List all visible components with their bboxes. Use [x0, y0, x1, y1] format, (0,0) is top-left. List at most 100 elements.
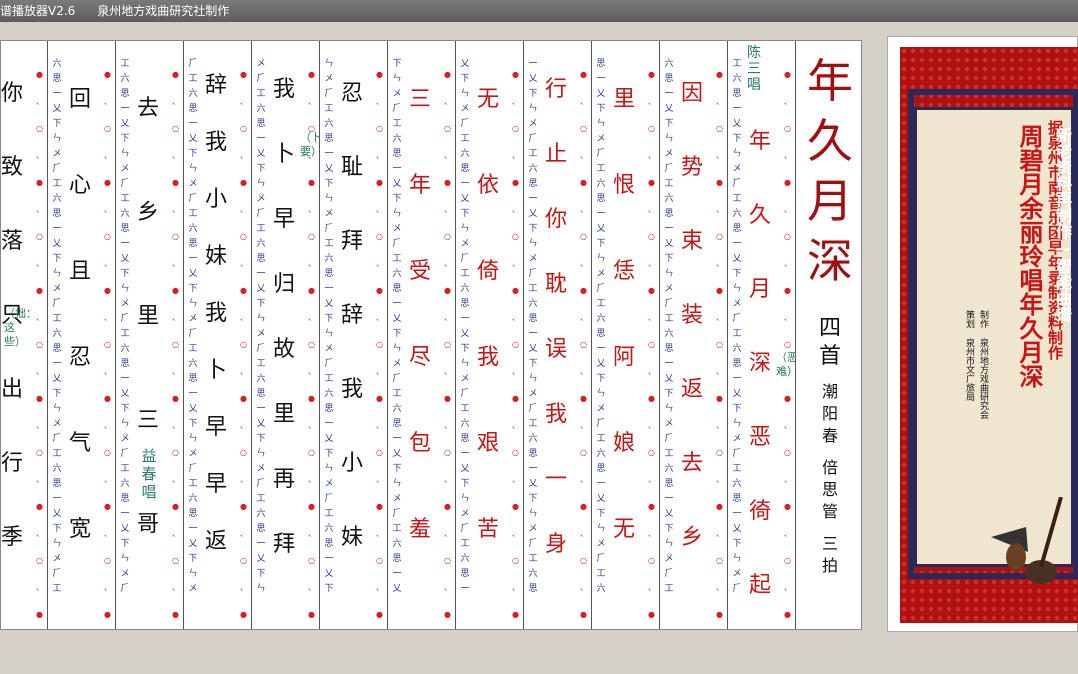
lyric-char: 我 [544, 402, 567, 427]
annotation: （卜…要） [300, 131, 320, 158]
lyric-char: 忍 [68, 345, 91, 370]
score-column: 工 六 思 一 乂 下 ㄣ メ ⺁ 工 六 思 一 乂 下 ㄣ メ ⺁ 工 六 … [727, 41, 796, 629]
singer-label: 益春唱 [141, 447, 157, 501]
lyric-char: 致 [0, 155, 23, 180]
lyric-char: 早 [272, 207, 295, 232]
beat-marks: ● 、 ○ 、 ● 、 ○ 、 ● 、 ○ 、 ● 、 ○ 、 ● 、 ○ 、 … [172, 70, 180, 619]
lyric-char: 心 [68, 173, 91, 198]
lyric-char: 宽 [68, 517, 91, 542]
score-title-column: 年久月深四首潮阳春倍思管三拍 [795, 41, 861, 629]
beat-name: 三拍 [810, 533, 850, 577]
lyric-char: 小 [340, 451, 363, 476]
lyric-char: 里 [612, 87, 635, 112]
beat-name-char: 拍 [821, 556, 838, 575]
tube-name-char: 倍 [821, 458, 838, 477]
lyric-char: 小 [204, 187, 227, 212]
lyric-char: 你 [544, 207, 567, 232]
beat-marks: ● 、 ○ 、 ● 、 ○ 、 ● 、 ○ 、 ● 、 ○ 、 ● 、 ○ 、 … [648, 70, 656, 619]
lyric-char: 季 [0, 525, 23, 550]
lyric-char: 阿 [612, 345, 635, 370]
lyric-char: 月 [748, 277, 771, 302]
lyric-char: 耽 [544, 272, 567, 297]
score-column: 一 乂 下 ㄣ メ ⺁ 工 六 思 一 乂 下 ㄣ メ ⺁ 工 六 思 一 乂 … [523, 41, 592, 629]
lyric-char: 我 [204, 130, 227, 155]
beat-marks: ● 、 ○ 、 ● 、 ○ 、 ● 、 ○ 、 ● 、 ○ 、 ● 、 ○ 、 … [580, 70, 588, 619]
lyric-char: 回 [68, 87, 91, 112]
beat-name-char: 三 [821, 534, 838, 553]
beat-marks: ● 、 ○ 、 ● 、 ○ 、 ● 、 ○ 、 ● 、 ○ 、 ● 、 ○ 、 … [512, 70, 520, 619]
lyric-char: 落 [0, 229, 23, 254]
lyric-column: 里恨恁阿娘无 [602, 57, 646, 573]
lyric-char: 依 [476, 173, 499, 198]
lyric-char: 包 [408, 431, 431, 456]
lyric-char: 你 [0, 81, 23, 106]
cover-panel: 据泉州市南音乐团早年录制资料制作 周碧月余丽玲唱年久月深 制作 泉州地方戏曲研究… [887, 36, 1078, 632]
lyric-char: 我 [476, 345, 499, 370]
score-title-char: 深 [807, 234, 853, 288]
score-column: 六 思 一 乂 下 ㄣ メ ⺁ 工 六 思 一 乂 下 ㄣ メ ⺁ 工 六 思 … [47, 41, 116, 629]
lyric-char: 年 [408, 173, 431, 198]
score-column: 六 思 一 乂 下 ㄣ メ ⺁ 工 六 思 一 乂 下 ㄣ メ ⺁ 工 六 思 … [659, 41, 728, 629]
lyric-column: 辞我小妹我卜早早返 [194, 57, 238, 570]
lyric-char: 去 [136, 96, 159, 121]
lyric-char: 乡 [680, 525, 703, 550]
lyric-column: 忍耻拜辞我小妹 [330, 57, 374, 575]
lyric-char: 乡 [136, 200, 159, 225]
score-title-char: 年 [807, 54, 853, 108]
lyric-char: 归 [272, 272, 295, 297]
lyric-char: 我 [204, 301, 227, 326]
lyric-char: 恁 [612, 259, 635, 284]
lyric-char: 返 [680, 377, 703, 402]
beat-marks: ● 、 ○ 、 ● 、 ○ 、 ● 、 ○ 、 ● 、 ○ 、 ● 、 ○ 、 … [376, 70, 384, 619]
score-title-char: 月 [807, 174, 853, 228]
score-column: メ ⺁ 工 六 思 一 乂 下 ㄣ メ ⺁ 工 六 思 一 乂 下 ㄣ メ ⺁ … [251, 41, 320, 629]
lyric-char: 早 [204, 415, 227, 440]
score-column: 思 一 乂 下 ㄣ メ ⺁ 工 六 思 一 乂 下 ㄣ メ ⺁ 工 六 思 一 … [0, 41, 48, 629]
lyric-column: 行止你耽误我一身 [534, 57, 578, 577]
lyric-char: 误 [544, 337, 567, 362]
singer-label: 陈三唱 [747, 45, 761, 93]
lyric-char: 恨 [612, 173, 635, 198]
mode-name-char: 潮 [821, 382, 838, 401]
lyric-char: 且 [68, 259, 91, 284]
beat-marks: ● 、 ○ 、 ● 、 ○ 、 ● 、 ○ 、 ● 、 ○ 、 ● 、 ○ 、 … [36, 70, 44, 619]
lyric-char: 束 [680, 229, 703, 254]
lyric-column: 三年受尽包羞 [398, 57, 442, 573]
lyric-column: 回心且忍气宽 [58, 57, 102, 573]
tube-name-char: 思 [821, 480, 838, 499]
annotation: （恶、难） [776, 351, 796, 378]
mode-name: 潮阳春 [810, 381, 850, 447]
lyric-char: 止 [544, 142, 567, 167]
lyric-char: 久 [748, 203, 771, 228]
lyric-char: 行 [0, 451, 23, 476]
tube-name: 倍思管 [810, 457, 850, 523]
cover-title-text: 周碧月余丽玲唱年久月深 [1015, 124, 1044, 388]
score-title-char: 久 [807, 114, 853, 168]
lyric-char: 再 [272, 467, 295, 492]
beat-marks: ● 、 ○ 、 ● 、 ○ 、 ● 、 ○ 、 ● 、 ○ 、 ● 、 ○ 、 … [784, 70, 792, 619]
lyric-char: 出 [0, 377, 23, 402]
lyric-char: 身 [544, 532, 567, 557]
score-column: 下 ㄣ メ ⺁ 工 六 思 一 乂 下 ㄣ メ ⺁ 工 六 思 一 乂 下 ㄣ … [387, 41, 456, 629]
annotation: （拙：这些） [4, 307, 37, 348]
score-meta: 四首潮阳春倍思管三拍 [810, 315, 850, 577]
lyric-char: 我 [272, 77, 295, 102]
lyric-char: 起 [748, 573, 771, 598]
cover-white-text: 新老资料再制作—智能曲谱 [1053, 127, 1072, 322]
lyric-char: 早 [204, 472, 227, 497]
lyric-char: 拜 [272, 532, 295, 557]
lyric-char: 受 [408, 259, 431, 284]
lyric-char: 势 [680, 155, 703, 180]
beat-marks: ● 、 ○ 、 ● 、 ○ 、 ● 、 ○ 、 ● 、 ○ 、 ● 、 ○ 、 … [104, 70, 112, 619]
lyric-char: 无 [612, 517, 635, 542]
lyric-char: 装 [680, 303, 703, 328]
lyric-char: 无 [476, 87, 499, 112]
mode-name-char: 阳 [821, 404, 838, 423]
lyric-char: 故 [272, 337, 295, 362]
lyric-char: 艰 [476, 431, 499, 456]
lyric-char: 去 [680, 451, 703, 476]
lyric-char: 娘 [612, 431, 635, 456]
lyric-char: 恶 [748, 425, 771, 450]
lyric-char: 妹 [204, 244, 227, 269]
lyric-char: 辞 [340, 303, 363, 328]
